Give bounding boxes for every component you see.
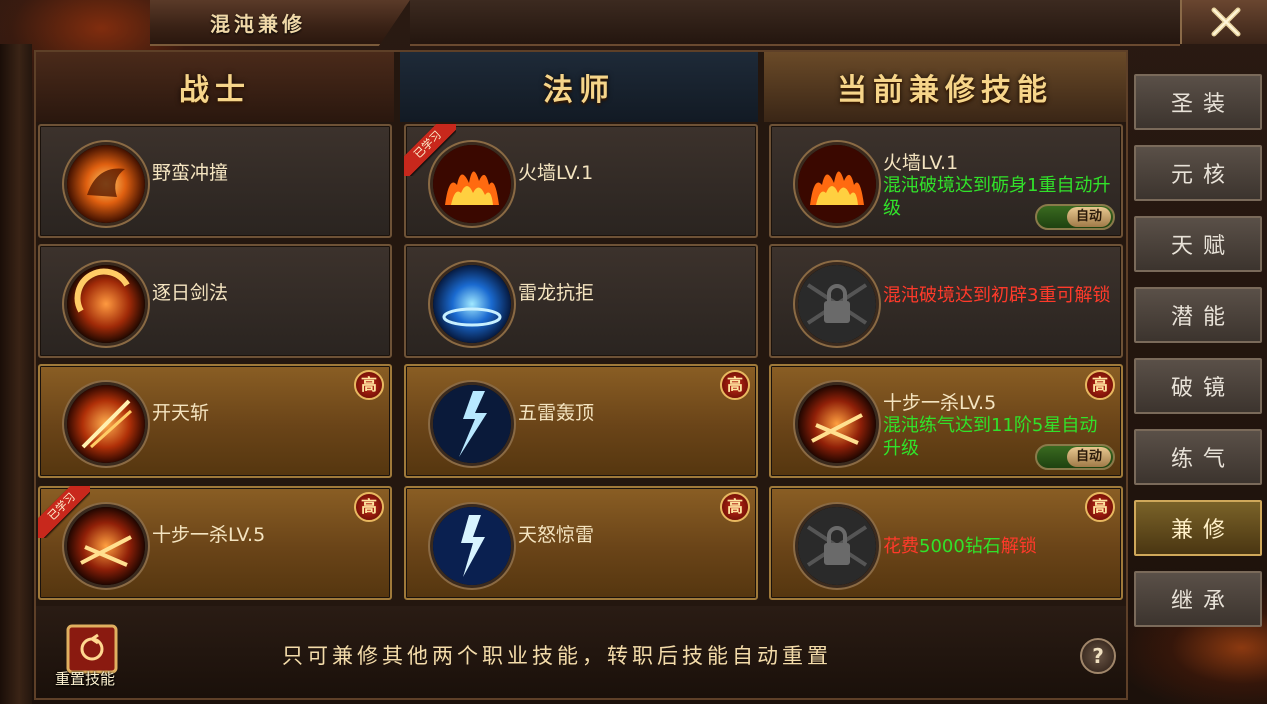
mage-skill-card[interactable]: 五雷轰顶 高 (404, 364, 758, 478)
close-button[interactable] (1180, 0, 1267, 44)
high-grade-badge: 高 (354, 370, 384, 400)
skill-name: 逐日剑法 (152, 282, 229, 304)
warrior-skill-card[interactable]: 逐日剑法 (38, 244, 392, 358)
heaven-thunder-icon (430, 504, 514, 588)
sky-slash-icon (64, 382, 148, 466)
unlock-condition: 混沌破境达到初辟3重可解锁 (883, 285, 1111, 306)
warrior-skill-card[interactable]: 开天斩 高 (38, 364, 392, 478)
current-skill-card[interactable]: 火墙LV.1 混沌破境达到砺身1重自动升级 自动 (769, 124, 1123, 238)
unlock-cost: 花费5000钻石解锁 (883, 532, 1037, 558)
window-title: 混沌兼修 (210, 12, 306, 36)
charge-icon (64, 142, 148, 226)
help-button[interactable]: ? (1080, 638, 1116, 674)
ten-step-kill-icon (795, 382, 879, 466)
mage-skill-card[interactable]: 雷龙抗拒 (404, 244, 758, 358)
high-grade-badge: 高 (1085, 492, 1115, 522)
skill-name: 开天斩 (152, 402, 210, 424)
current-skill-slot-purchase[interactable]: 花费5000钻石解锁 高 (769, 486, 1123, 600)
tab-breakthrough[interactable]: 破镜 (1134, 358, 1262, 414)
current-skill-card[interactable]: 十步一杀LV.5 混沌练气达到11阶5星自动升级 高 自动 (769, 364, 1123, 478)
cost-suffix: 解锁 (1000, 536, 1037, 557)
left-border-decoration (0, 44, 32, 704)
rule-tip: 只可兼修其他两个职业技能，转职后技能自动重置 (282, 644, 832, 668)
thunder-dragon-icon (430, 262, 514, 346)
top-strip (410, 0, 1180, 46)
fire-wall-icon (795, 142, 879, 226)
skill-name: 十步一杀LV.5 (883, 392, 997, 414)
high-grade-badge: 高 (720, 370, 750, 400)
skill-name: 雷龙抗拒 (518, 282, 595, 304)
skill-name: 五雷轰顶 (518, 402, 595, 424)
close-icon (1211, 7, 1240, 37)
lock-icon (795, 262, 879, 346)
auto-label: 自动 (1067, 447, 1111, 467)
tab-dual-cultivation[interactable]: 兼修 (1134, 500, 1262, 556)
tab-inherit[interactable]: 继承 (1134, 571, 1262, 627)
warrior-skill-card[interactable]: 野蛮冲撞 (38, 124, 392, 238)
tab-qi-training[interactable]: 练气 (1134, 429, 1262, 485)
warrior-skill-card[interactable]: 已学习 十步一杀LV.5 高 (38, 486, 392, 600)
auto-upgrade-toggle[interactable]: 自动 (1035, 444, 1115, 470)
skill-name: 十步一杀LV.5 (152, 524, 266, 546)
skill-name: 火墙LV.1 (518, 162, 594, 184)
lock-icon (795, 504, 879, 588)
cost-amount: 5000钻石 (919, 536, 1001, 557)
skill-name: 野蛮冲撞 (152, 162, 229, 184)
cost-prefix: 花费 (883, 536, 919, 557)
ten-step-kill-icon (64, 504, 148, 588)
auto-upgrade-toggle[interactable]: 自动 (1035, 204, 1115, 230)
sun-sword-icon (64, 262, 148, 346)
reset-skills-label: 重置技能 (55, 670, 116, 688)
tab-talent[interactable]: 天赋 (1134, 216, 1262, 272)
tab-potential[interactable]: 潜能 (1134, 287, 1262, 343)
current-skill-slot-locked[interactable]: 混沌破境达到初辟3重可解锁 (769, 244, 1123, 358)
tab-core[interactable]: 元核 (1134, 145, 1262, 201)
high-grade-badge: 高 (354, 492, 384, 522)
current-column-title: 当前兼修技能 (764, 52, 1126, 122)
warrior-column-title: 战士 (36, 52, 394, 122)
mage-skill-card[interactable]: 天怒惊雷 高 (404, 486, 758, 600)
tab-holy-equip[interactable]: 圣装 (1134, 74, 1262, 130)
five-thunder-icon (430, 382, 514, 466)
mage-skill-card[interactable]: 已学习 火墙LV.1 (404, 124, 758, 238)
auto-label: 自动 (1067, 207, 1111, 227)
skill-name: 火墙LV.1 (883, 152, 959, 174)
skill-name: 天怒惊雷 (518, 524, 595, 546)
high-grade-badge: 高 (1085, 370, 1115, 400)
mage-column-title: 法师 (400, 52, 758, 122)
fire-wall-icon (430, 142, 514, 226)
high-grade-badge: 高 (720, 492, 750, 522)
